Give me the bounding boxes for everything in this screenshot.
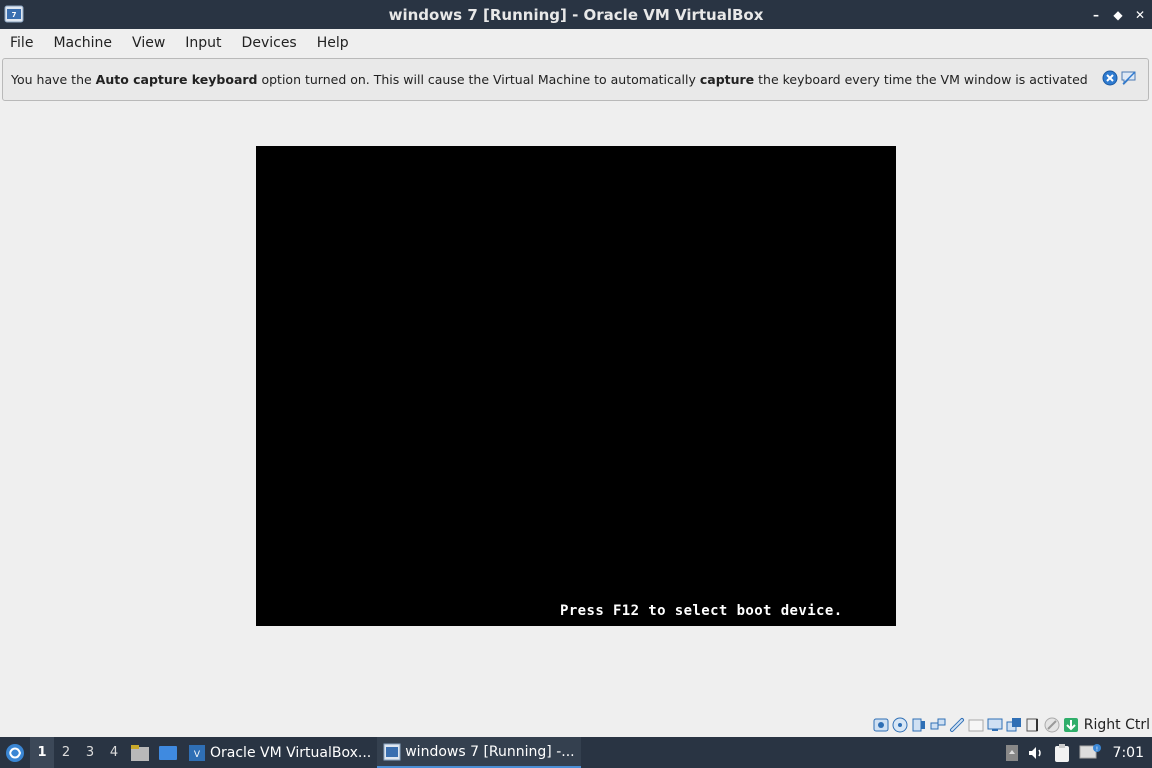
svg-text:V: V [194, 750, 201, 760]
window-titlebar[interactable]: 7 windows 7 [Running] - Oracle VM Virtua… [0, 0, 1152, 29]
host-key-label: Right Ctrl [1083, 717, 1150, 733]
task-label: windows 7 [Running] -... [405, 743, 575, 760]
taskbar: 1 2 3 4 V Oracle VM VirtualBox... window… [0, 737, 1152, 768]
notice-text: You have the Auto capture keyboard optio… [11, 72, 1091, 87]
maximize-button[interactable]: ◆ [1112, 8, 1124, 22]
show-desktop-launcher[interactable] [154, 737, 182, 768]
virtualbox-app-icon[interactable]: 7 [4, 4, 24, 24]
menu-input[interactable]: Input [175, 35, 231, 51]
virtualbox-manager-icon: V [189, 744, 205, 761]
video-capture-icon[interactable] [1006, 717, 1022, 733]
close-button[interactable]: ✕ [1134, 8, 1146, 22]
system-tray: ! 7:01 [1005, 737, 1152, 768]
tray-scroll-icon[interactable] [1005, 744, 1019, 762]
close-notice-icon[interactable] [1102, 70, 1118, 86]
start-menu-button[interactable] [0, 737, 30, 768]
show-desktop-icon [159, 745, 177, 760]
svg-text:!: ! [1095, 746, 1097, 753]
desktop-1[interactable]: 1 [30, 737, 54, 768]
volume-icon[interactable] [1027, 744, 1045, 762]
clock[interactable]: 7:01 [1113, 745, 1144, 761]
svg-text:7: 7 [12, 11, 17, 19]
usb-icon[interactable] [949, 717, 965, 733]
network-tray-icon[interactable]: ! [1079, 743, 1101, 763]
do-not-show-again-icon[interactable] [1120, 69, 1138, 87]
desktop-3[interactable]: 3 [78, 737, 102, 768]
menu-file[interactable]: File [0, 35, 43, 51]
host-key-indicator-icon [1063, 718, 1078, 732]
window-title: windows 7 [Running] - Oracle VM VirtualB… [388, 5, 764, 24]
keyboard-capture-icon[interactable] [1044, 717, 1060, 733]
task-label: Oracle VM VirtualBox... [210, 744, 372, 761]
mouse-integration-icon[interactable] [1025, 717, 1041, 733]
vm-status-bar: Right Ctrl [0, 713, 1152, 737]
desktop-4[interactable]: 4 [102, 737, 126, 768]
vm-window-icon [383, 743, 401, 760]
start-menu-icon [6, 743, 24, 762]
file-manager-icon [131, 744, 149, 761]
menu-devices[interactable]: Devices [232, 35, 307, 51]
task-windows7-vm[interactable]: windows 7 [Running] -... [377, 737, 581, 768]
desktop-2[interactable]: 2 [54, 737, 78, 768]
vm-display[interactable]: Press F12 to select boot device. [256, 146, 896, 626]
display-icon[interactable] [987, 717, 1003, 733]
menu-help[interactable]: Help [307, 35, 359, 51]
optical-drive-icon[interactable] [892, 717, 908, 733]
shared-folders-icon[interactable] [968, 717, 984, 733]
audio-icon[interactable] [911, 717, 927, 733]
file-manager-launcher[interactable] [126, 737, 154, 768]
hard-disk-icon[interactable] [873, 717, 889, 733]
network-icon[interactable] [930, 717, 946, 733]
menu-bar: File Machine View Input Devices Help [0, 29, 1152, 56]
auto-capture-notice: You have the Auto capture keyboard optio… [2, 58, 1149, 101]
boot-message: Press F12 to select boot device. [560, 603, 843, 619]
minimize-button[interactable]: – [1090, 8, 1102, 22]
menu-view[interactable]: View [122, 35, 175, 51]
clipboard-icon[interactable] [1053, 743, 1071, 763]
menu-machine[interactable]: Machine [43, 35, 122, 51]
task-virtualbox-manager[interactable]: V Oracle VM VirtualBox... [182, 737, 377, 768]
